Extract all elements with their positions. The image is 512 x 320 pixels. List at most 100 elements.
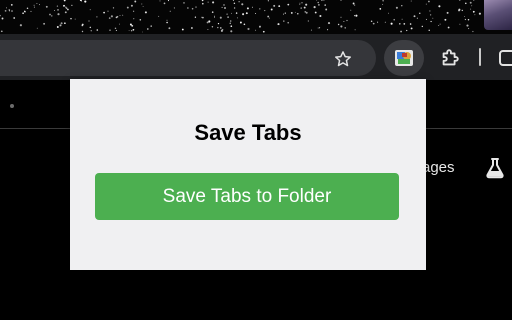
star-speck <box>65 7 68 10</box>
star-speck <box>206 21 209 24</box>
star-speck <box>444 18 447 21</box>
star-speck <box>51 15 53 17</box>
star-speck <box>13 17 16 19</box>
star-speck <box>183 2 185 4</box>
window-icon <box>499 50 512 66</box>
star-speck <box>352 2 355 5</box>
star-speck <box>337 23 340 26</box>
star-speck <box>221 28 224 31</box>
star-speck <box>459 23 461 25</box>
star-speck <box>323 0 325 1</box>
extension-popup: Save Tabs Save Tabs to Folder <box>70 79 426 270</box>
star-speck <box>267 0 270 2</box>
star-speck <box>463 16 465 17</box>
star-speck <box>1 17 4 20</box>
star-speck <box>325 8 328 11</box>
star-speck <box>130 4 133 7</box>
star-speck <box>103 11 105 14</box>
star-speck <box>413 15 416 18</box>
star-speck <box>419 12 421 14</box>
star-speck <box>278 5 281 7</box>
star-speck <box>318 4 320 6</box>
star-speck <box>354 4 356 6</box>
popup-title: Save Tabs <box>194 120 302 145</box>
star-speck <box>287 3 290 6</box>
star-speck <box>214 17 215 19</box>
bookmark-star-button[interactable] <box>330 46 356 72</box>
star-speck <box>63 4 65 7</box>
star-speck <box>33 4 35 6</box>
star-speck <box>190 27 193 29</box>
toolbar-divider <box>479 48 481 66</box>
star-speck <box>246 7 249 10</box>
star-speck <box>247 27 250 31</box>
star-speck <box>370 20 373 22</box>
star-speck <box>321 0 323 1</box>
star-speck <box>267 15 270 18</box>
star-speck <box>395 6 398 9</box>
star-speck <box>327 29 329 31</box>
save-tabs-extension-button[interactable] <box>384 40 424 76</box>
star-speck <box>212 1 215 4</box>
star-speck <box>221 6 223 8</box>
star-speck <box>458 9 460 12</box>
star-speck <box>217 26 219 29</box>
star-speck <box>207 28 209 31</box>
thumbnail-image <box>484 0 512 30</box>
star-speck <box>470 8 472 10</box>
star-speck <box>168 27 171 30</box>
star-speck <box>0 14 1 17</box>
star-speck <box>56 5 59 7</box>
address-bar[interactable] <box>0 40 376 76</box>
star-speck <box>142 31 143 33</box>
star-speck <box>219 16 222 19</box>
star-speck <box>207 1 209 3</box>
labs-button[interactable] <box>482 154 508 182</box>
star-speck <box>202 16 204 19</box>
star-speck <box>284 12 286 14</box>
save-tabs-to-folder-button[interactable]: Save Tabs to Folder <box>95 173 399 220</box>
star-speck <box>324 4 326 6</box>
star-speck <box>393 18 395 21</box>
star-speck <box>399 23 401 25</box>
star-speck <box>461 9 464 12</box>
star-speck <box>294 11 296 13</box>
star-speck <box>112 7 115 9</box>
star-speck <box>132 28 135 31</box>
star-speck <box>0 30 3 33</box>
star-speck <box>474 14 476 16</box>
star-speck <box>401 18 403 20</box>
star-speck <box>283 20 285 22</box>
star-speck <box>10 4 13 6</box>
star-speck <box>24 10 26 12</box>
star-speck <box>54 10 55 11</box>
star-speck <box>107 10 109 12</box>
star-speck <box>304 11 306 13</box>
star-speck <box>89 26 92 29</box>
star-speck <box>141 3 143 5</box>
star-speck <box>464 18 467 21</box>
star-speck <box>268 17 270 19</box>
star-speck <box>287 21 290 24</box>
star-speck <box>242 13 245 16</box>
star-speck <box>303 6 306 9</box>
star-speck <box>300 7 302 9</box>
puzzle-icon <box>442 49 459 66</box>
star-speck <box>343 21 345 23</box>
star-speck <box>167 0 170 2</box>
star-speck <box>144 11 147 14</box>
star-speck <box>119 23 120 25</box>
star-speck <box>354 29 356 31</box>
star-speck <box>238 1 240 3</box>
star-speck <box>70 17 72 20</box>
star-speck <box>208 20 211 23</box>
star-speck <box>233 7 236 9</box>
window-button[interactable] <box>496 44 512 72</box>
star-speck <box>313 6 316 9</box>
page-nav-link[interactable]: ages <box>422 159 455 176</box>
star-speck <box>432 17 434 19</box>
star-speck <box>390 22 393 25</box>
star-speck <box>64 11 67 14</box>
extensions-button[interactable] <box>436 44 464 72</box>
star-speck <box>428 0 430 3</box>
